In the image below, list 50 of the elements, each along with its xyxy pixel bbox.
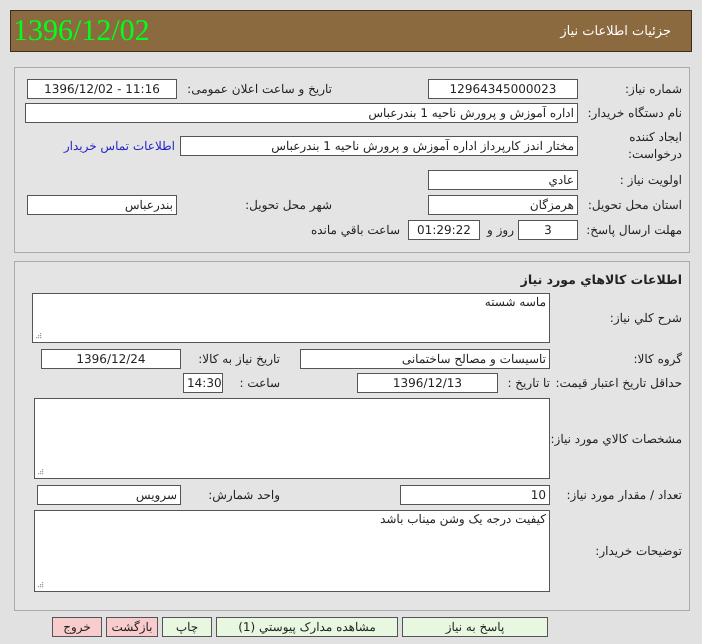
- field-label: روز و: [486, 223, 514, 237]
- field-label: تعداد / مقدار مورد نیاز:: [565, 488, 682, 502]
- buyer-notes-area[interactable]: كیفیت درجه یک وشن میناب باشد: [34, 510, 550, 592]
- quantity-field[interactable]: 10: [400, 485, 550, 505]
- validity-date-field[interactable]: 1396/12/13: [357, 373, 498, 393]
- field-label: ساعت :: [238, 376, 280, 390]
- remaining-time-field[interactable]: 01:29:22: [408, 220, 480, 240]
- city-field[interactable]: بندرعباس: [27, 195, 177, 215]
- need-date-field[interactable]: 1396/12/24: [41, 349, 181, 369]
- action-button[interactable]: مشاهده مدارک پیوستي (1): [216, 617, 398, 637]
- field-label: گروه كالا:: [632, 352, 682, 366]
- validity-time-field[interactable]: 14:30: [183, 373, 223, 393]
- requester-field[interactable]: مختار اندز کارپرداز اداره آموزش و پرورش ناحیه 1 بندرعباس: [180, 136, 578, 156]
- header-date: 1396/12/02: [13, 13, 150, 49]
- action-button[interactable]: خروج: [52, 617, 102, 637]
- action-button[interactable]: پاسخ به نیاز: [402, 617, 548, 637]
- announce-date-field[interactable]: 1396/12/02 - 11:16: [27, 79, 177, 99]
- field-label: تاریخ و ساعت اعلان عمومی:: [186, 82, 332, 96]
- days-field[interactable]: 3: [518, 220, 578, 240]
- field-label: ایجاد کننده درخواست:: [627, 129, 682, 163]
- field-label: اولویت نیاز :: [618, 173, 682, 187]
- page-title: جزئیات اطلاعات نیاز: [560, 24, 671, 38]
- specifications-area[interactable]: [34, 398, 550, 479]
- field-label: مهلت ارسال پاسخ:: [585, 222, 682, 238]
- field-label: تاریخ نیاز به كالا:: [197, 352, 280, 366]
- action-button[interactable]: بازگشت: [106, 617, 158, 637]
- description-area[interactable]: ماسه شسته: [32, 293, 550, 343]
- unit-field[interactable]: سرویس: [37, 485, 181, 505]
- buyer-org-field[interactable]: اداره آموزش و پرورش ناحیه 1 بندرعباس: [25, 103, 578, 123]
- field-label: توضیحات خریدار:: [594, 544, 682, 558]
- resize-grip-icon[interactable]: [36, 333, 42, 339]
- field-label: شهر محل تحویل:: [244, 198, 332, 212]
- field-label: تا تاریخ :: [506, 376, 550, 390]
- need-number-field[interactable]: 12964345000023: [428, 79, 578, 99]
- section-title: اطلاعات كالاهاي مورد نیاز: [520, 272, 682, 287]
- field-label: واحد شمارش:: [207, 488, 280, 502]
- field-label: شرح كلي نیاز:: [608, 311, 682, 325]
- resize-grip-icon[interactable]: [38, 469, 44, 475]
- field-label: مشخصات كالاي مورد نیاز:: [550, 432, 682, 446]
- goods-group-field[interactable]: تاسیسات و مصالح ساختمانی: [300, 349, 550, 369]
- province-field[interactable]: هرمزگان: [428, 195, 578, 215]
- field-label: ساعت باقي مانده: [310, 223, 400, 237]
- priority-field[interactable]: عادي: [428, 170, 578, 190]
- resize-grip-icon[interactable]: [38, 582, 44, 588]
- field-label: شماره نیاز:: [624, 82, 682, 96]
- action-button[interactable]: چاپ: [162, 617, 212, 637]
- field-label: نام دستگاه خریدار:: [586, 106, 682, 120]
- contact-info-link[interactable]: اطلاعات تماس خریدار: [25, 139, 175, 153]
- field-label: استان محل تحویل:: [586, 198, 682, 212]
- field-label: حداقل تاریخ اعتبار قیمت:: [554, 376, 682, 390]
